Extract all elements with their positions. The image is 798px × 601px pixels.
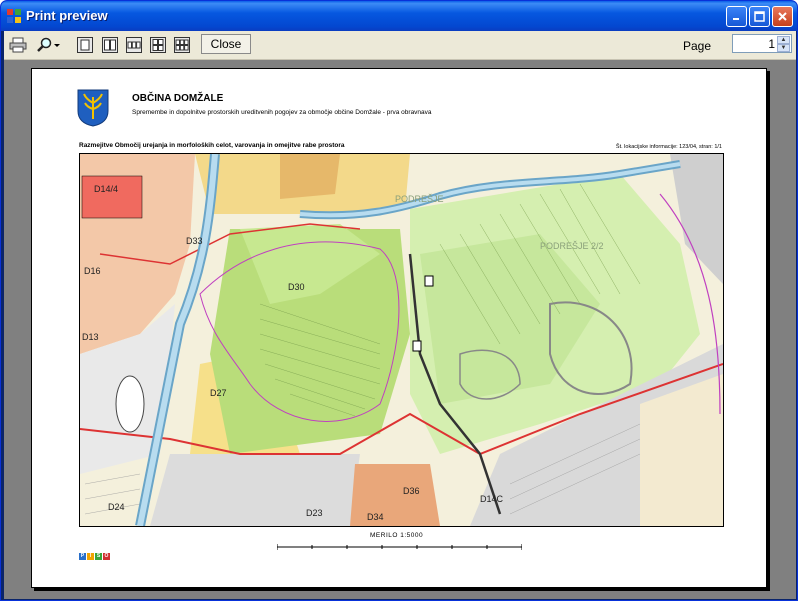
minimize-icon xyxy=(733,18,739,20)
zone-label: D14C xyxy=(480,494,504,504)
zone-label: PODREŠJE xyxy=(395,194,444,204)
minimize-button[interactable] xyxy=(726,6,747,27)
client-area: Close Page 1 ▲ ▼ OBČINA DOMŽALE Sprememb… xyxy=(4,31,796,599)
page-label: Page xyxy=(683,39,712,53)
two-pages-icon xyxy=(102,37,118,53)
print-preview-window: Print preview Close Page 1 ▲ ▼ OBČINA DO… xyxy=(0,0,798,601)
org-subtitle: Spremembe in dopolnitve prostorskih ured… xyxy=(132,109,432,116)
print-button[interactable] xyxy=(8,35,28,55)
map-title: Razmejitve Območij urejanja in morfološk… xyxy=(79,142,345,149)
brand-letter: I xyxy=(87,553,94,560)
zone-label: D30 xyxy=(288,282,305,292)
close-window-button[interactable] xyxy=(772,6,793,27)
maximize-button[interactable] xyxy=(749,6,770,27)
magnifier-icon xyxy=(37,37,52,52)
municipality-crest-icon xyxy=(77,89,109,127)
two-pages-button[interactable] xyxy=(100,35,120,55)
brand-letter: O xyxy=(103,553,110,560)
zone-label: D13 xyxy=(82,332,99,342)
zone-label: D36 xyxy=(403,486,420,496)
six-pages-button[interactable] xyxy=(172,35,192,55)
zone-label: PODREŠJE 2/2 xyxy=(540,241,604,251)
maximize-icon xyxy=(754,11,765,22)
org-name: OBČINA DOMŽALE xyxy=(132,93,224,104)
printer-icon xyxy=(9,37,27,53)
map-image: D14/4 D16 D13 D33 D30 D27 D24 D23 D36 D3… xyxy=(79,153,724,527)
spin-down-button[interactable]: ▼ xyxy=(777,44,790,52)
page-spinner[interactable]: 1 ▲ ▼ xyxy=(732,34,792,53)
title-bar[interactable]: Print preview xyxy=(1,1,797,31)
zone-label: D33 xyxy=(186,236,203,246)
three-pages-icon xyxy=(126,37,142,53)
three-pages-button[interactable] xyxy=(124,35,144,55)
zone-label: D34 xyxy=(367,512,384,522)
brand-letter: P xyxy=(79,553,86,560)
zoom-dropdown-button[interactable] xyxy=(32,35,66,55)
four-pages-icon xyxy=(150,37,166,53)
brand-letter: S xyxy=(95,553,102,560)
zoning-map: D14/4 D16 D13 D33 D30 D27 D24 D23 D36 D3… xyxy=(80,154,723,526)
zone-label: D23 xyxy=(306,508,323,518)
close-icon xyxy=(778,12,787,21)
close-button[interactable]: Close xyxy=(201,34,251,54)
piso-logo: P I S O xyxy=(79,553,110,560)
scale-bar xyxy=(277,544,522,550)
one-page-button[interactable] xyxy=(75,35,95,55)
six-pages-icon xyxy=(174,37,190,53)
app-icon xyxy=(7,9,21,23)
four-pages-button[interactable] xyxy=(148,35,168,55)
preview-area[interactable]: OBČINA DOMŽALE Spremembe in dopolnitve p… xyxy=(4,60,796,599)
chevron-down-icon xyxy=(54,44,60,47)
one-page-icon xyxy=(77,37,93,53)
window-title: Print preview xyxy=(26,8,108,23)
zone-label: D16 xyxy=(84,266,101,276)
map-info: Št. lokacijske informacije: 123/04, stra… xyxy=(615,144,722,150)
page-number-input[interactable]: 1 xyxy=(768,37,775,51)
scale-label: MERILO 1:5000 xyxy=(370,532,424,539)
zone-label: D27 xyxy=(210,388,227,398)
zone-label: D14/4 xyxy=(94,184,118,194)
toolbar: Close Page 1 ▲ ▼ xyxy=(4,31,796,60)
spin-up-button[interactable]: ▲ xyxy=(777,36,790,44)
zone-label: D24 xyxy=(108,502,125,512)
preview-page: OBČINA DOMŽALE Spremembe in dopolnitve p… xyxy=(31,68,767,588)
